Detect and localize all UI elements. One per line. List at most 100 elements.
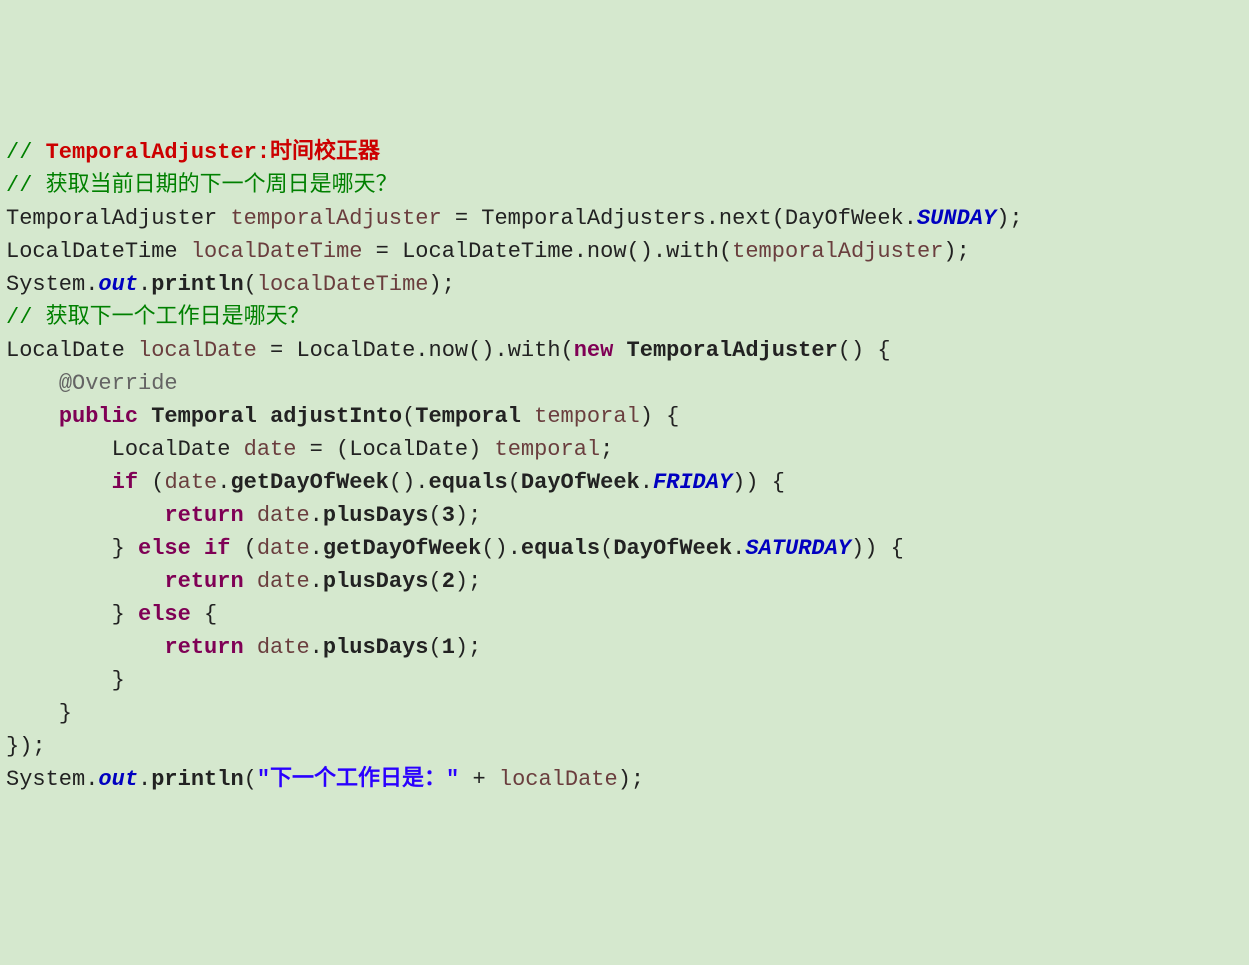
code-token: @Override [59, 371, 178, 396]
code-token: else if [138, 536, 230, 561]
code-token: localDate [138, 338, 257, 363]
code-token: return [164, 503, 243, 528]
code-line: if (date.getDayOfWeek().equals(DayOfWeek… [6, 466, 1243, 499]
code-line: @Override [6, 367, 1243, 400]
code-token: temporal [495, 437, 601, 462]
code-token: ( [429, 635, 442, 660]
code-token: . [732, 536, 745, 561]
code-token: } [6, 668, 125, 693]
code-token: ); [618, 767, 644, 792]
code-token: System. [6, 767, 98, 792]
code-block: // TemporalAdjuster:时间校正器// 获取当前日期的下一个周日… [0, 132, 1249, 800]
code-token: ); [455, 635, 481, 660]
code-token: date [257, 536, 310, 561]
code-token: "下一个工作日是：" [257, 767, 459, 792]
code-token: )) { [732, 470, 785, 495]
code-token [521, 404, 534, 429]
code-token: localDateTime [257, 272, 429, 297]
code-token: ().with( [627, 239, 733, 264]
code-token: ; [600, 437, 613, 462]
code-token: } [6, 701, 72, 726]
code-token: 3 [442, 503, 455, 528]
code-token: )) { [851, 536, 904, 561]
code-token: return [164, 635, 243, 660]
code-token [6, 569, 164, 594]
code-token: . [138, 767, 151, 792]
code-token: FRIDAY [653, 470, 732, 495]
code-line: // 获取下一个工作日是哪天？ [6, 301, 1243, 334]
code-token: LocalDateTime [6, 239, 191, 264]
code-line: } [6, 664, 1243, 697]
code-token: equals [521, 536, 600, 561]
code-token: { [191, 602, 217, 627]
code-token: ( [402, 404, 415, 429]
code-token: DayOfWeek [521, 470, 640, 495]
code-token: ( [230, 536, 256, 561]
code-token: now [429, 338, 469, 363]
code-token: temporal [534, 404, 640, 429]
code-token [257, 404, 270, 429]
code-token: . [310, 569, 323, 594]
code-token [6, 404, 59, 429]
code-token: // 获取下一个工作日是哪天？ [6, 305, 310, 330]
code-token: plusDays [323, 635, 429, 660]
code-token: . [310, 503, 323, 528]
code-token: . [310, 635, 323, 660]
code-line: }); [6, 730, 1243, 763]
code-token [244, 635, 257, 660]
code-token: . [138, 272, 151, 297]
code-token: 2 [442, 569, 455, 594]
code-token: (). [389, 470, 429, 495]
code-token: println [151, 272, 243, 297]
code-token: } [6, 602, 138, 627]
code-line: // 获取当前日期的下一个周日是哪天？ [6, 169, 1243, 202]
code-token: new [574, 338, 614, 363]
code-token: date [164, 470, 217, 495]
code-line: } else { [6, 598, 1243, 631]
code-line: public Temporal adjustInto(Temporal temp… [6, 400, 1243, 433]
code-token: out [98, 272, 138, 297]
code-token [244, 503, 257, 528]
code-token: (). [481, 536, 521, 561]
code-token: localDateTime [191, 239, 363, 264]
code-line: LocalDate date = (LocalDate) temporal; [6, 433, 1243, 466]
code-token: temporalAdjuster [732, 239, 943, 264]
code-token: if [112, 470, 138, 495]
code-token: Temporal [151, 404, 257, 429]
code-token: SUNDAY [917, 206, 996, 231]
code-token: = (LocalDate) [296, 437, 494, 462]
code-token: plusDays [323, 569, 429, 594]
code-token: equals [429, 470, 508, 495]
code-token: getDayOfWeek [323, 536, 481, 561]
code-token [244, 569, 257, 594]
code-token: ( [429, 569, 442, 594]
code-token: . [640, 470, 653, 495]
code-token: 1 [442, 635, 455, 660]
code-token: temporalAdjuster [230, 206, 441, 231]
code-token: date [244, 437, 297, 462]
code-token: localDate [499, 767, 618, 792]
code-token: = LocalDateTime. [362, 239, 586, 264]
code-token: LocalDate [6, 437, 244, 462]
code-line: // TemporalAdjuster:时间校正器 [6, 136, 1243, 169]
code-token: () { [838, 338, 891, 363]
code-line: System.out.println("下一个工作日是：" + localDat… [6, 763, 1243, 796]
code-token: ) { [640, 404, 680, 429]
code-token: System. [6, 272, 98, 297]
code-token: ().with( [468, 338, 574, 363]
code-token: getDayOfWeek [230, 470, 388, 495]
code-token: ); [455, 503, 481, 528]
code-line: LocalDateTime localDateTime = LocalDateT… [6, 235, 1243, 268]
code-token: date [257, 635, 310, 660]
code-token: ( [244, 272, 257, 297]
code-token [613, 338, 626, 363]
code-token: date [257, 569, 310, 594]
code-token: next [719, 206, 772, 231]
code-token: public [59, 404, 138, 429]
code-token: TemporalAdjuster [6, 206, 230, 231]
code-line: System.out.println(localDateTime); [6, 268, 1243, 301]
code-token: DayOfWeek [613, 536, 732, 561]
code-line: } else if (date.getDayOfWeek().equals(Da… [6, 532, 1243, 565]
code-token: LocalDate [6, 338, 138, 363]
code-token [6, 503, 164, 528]
